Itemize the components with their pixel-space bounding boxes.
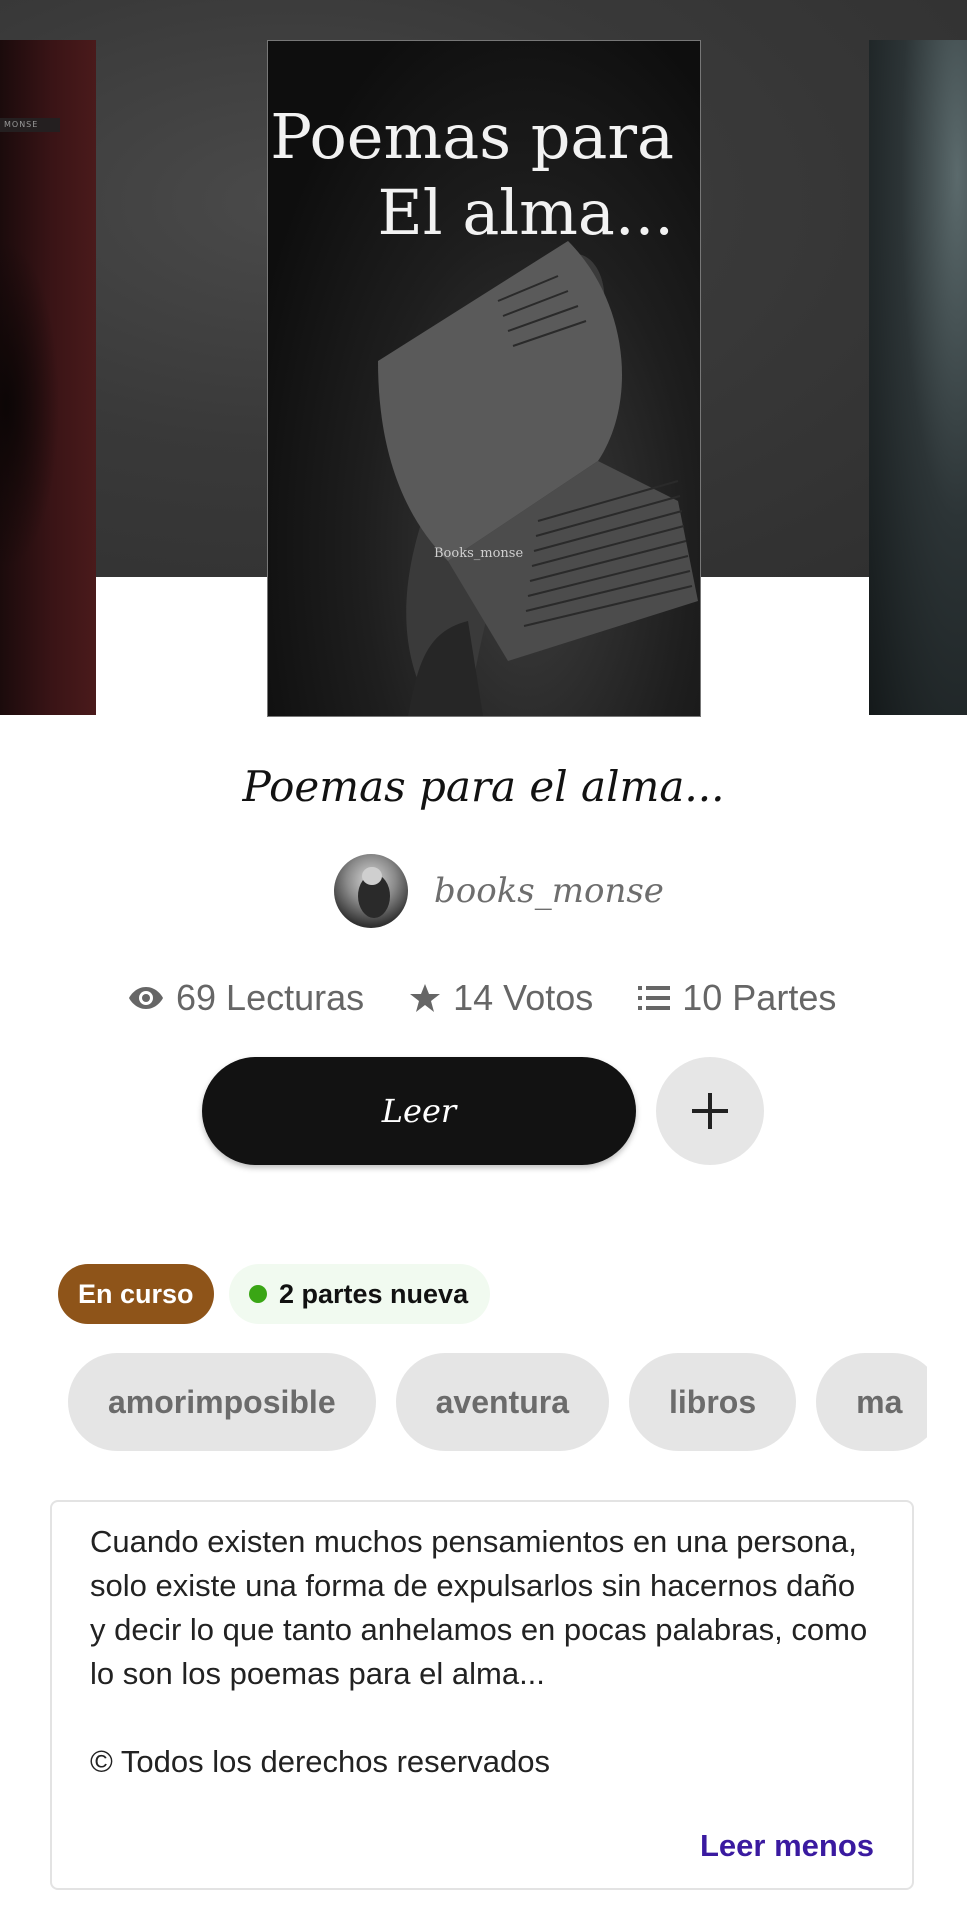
author-row[interactable]: books_monse xyxy=(334,853,664,929)
description-box: Cuando existen muchos pensamientos en un… xyxy=(50,1500,914,1890)
tag-chip[interactable]: ma xyxy=(816,1353,927,1451)
avatar-image xyxy=(358,867,390,918)
story-title: Poemas para el alma... xyxy=(242,762,725,811)
cover-title: Poemas para El alma... xyxy=(270,99,674,251)
plus-icon xyxy=(692,1093,728,1129)
tag-list[interactable]: amorimposible aventura libros ma xyxy=(68,1353,927,1451)
stat-parts-label: 10 Partes xyxy=(682,977,837,1018)
tag-chip[interactable]: aventura xyxy=(395,1353,609,1451)
stat-parts: 10 Partes xyxy=(638,977,836,1019)
new-parts-label: 2 partes nueva xyxy=(279,1278,469,1309)
add-to-library-button[interactable] xyxy=(656,1057,764,1165)
read-button[interactable]: Leer xyxy=(202,1057,636,1165)
cover-author-mark: Books_monse xyxy=(434,546,524,561)
cover-strip: MONSE xyxy=(0,118,60,132)
stat-votes: 14 Votos xyxy=(409,977,593,1019)
tag-chip[interactable]: amorimposible xyxy=(68,1353,376,1451)
new-parts-badge: 2 partes nueva xyxy=(229,1264,491,1324)
author-avatar[interactable] xyxy=(334,854,408,928)
stat-votes-label: 14 Votos xyxy=(453,977,594,1018)
stat-reads: 69 Lecturas xyxy=(128,977,364,1019)
cover-previous[interactable]: MONSE xyxy=(0,40,96,715)
read-less-link[interactable]: Leer menos xyxy=(700,1824,874,1868)
author-name[interactable]: books_monse xyxy=(434,871,664,911)
list-icon xyxy=(638,986,671,1010)
story-stats: 69 Lecturas 14 Votos 10 Partes xyxy=(128,970,836,1026)
stat-reads-label: 69 Lecturas xyxy=(176,977,365,1018)
cover-next[interactable] xyxy=(869,40,967,715)
cover-shadow xyxy=(0,240,60,570)
cover-current[interactable]: Poemas para El alma... Books_monse xyxy=(267,40,701,717)
new-indicator-dot xyxy=(249,1285,267,1303)
status-badge: En curso xyxy=(58,1264,214,1324)
cover-title-line2: El alma... xyxy=(377,176,674,249)
description-text: Cuando existen muchos pensamientos en un… xyxy=(90,1524,868,1691)
copyright-text: © Todos los derechos reservados xyxy=(90,1744,550,1779)
star-icon xyxy=(410,984,441,1012)
eye-icon xyxy=(129,987,163,1009)
cover-title-line1: Poemas para xyxy=(270,100,674,173)
tag-chip[interactable]: libros xyxy=(629,1353,797,1451)
